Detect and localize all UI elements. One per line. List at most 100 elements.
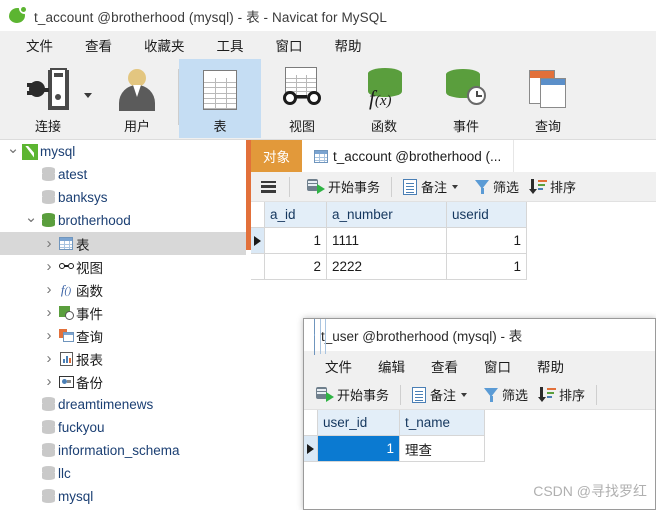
cell-a_number[interactable]: 2222 bbox=[327, 254, 447, 280]
tree-item-label: mysql bbox=[58, 489, 94, 504]
chevron-right-icon[interactable] bbox=[42, 373, 56, 390]
tree-item-mysql[interactable]: mysql bbox=[0, 140, 246, 163]
filter-icon bbox=[475, 179, 490, 194]
child-window-titlebar: t_user @brotherhood (mysql) - 表 bbox=[304, 319, 655, 355]
child-menu-item-help[interactable]: 帮助 bbox=[524, 354, 577, 378]
cell-user_id[interactable]: 1 bbox=[318, 436, 400, 462]
child-menu-item-window[interactable]: 窗口 bbox=[471, 354, 524, 378]
child-menu-item-file[interactable]: 文件 bbox=[312, 354, 365, 378]
table-icon bbox=[314, 149, 328, 163]
tree-item-information_schema[interactable]: information_schema bbox=[0, 439, 246, 462]
menu-item-help[interactable]: 帮助 bbox=[319, 33, 378, 57]
child-filter-button[interactable]: 筛选 bbox=[478, 382, 534, 408]
filter-button[interactable]: 筛选 bbox=[469, 174, 525, 200]
note-button[interactable]: 备注 bbox=[397, 174, 469, 200]
tree-item-函数[interactable]: f() 函数 bbox=[0, 278, 246, 301]
column-header-user_id[interactable]: user_id bbox=[318, 410, 400, 436]
toolbar-separator bbox=[289, 176, 290, 197]
menu-item-tools[interactable]: 工具 bbox=[201, 33, 260, 57]
tree-item-label: fuckyou bbox=[58, 420, 105, 435]
chevron-right-icon[interactable] bbox=[42, 350, 56, 367]
chevron-right-icon[interactable] bbox=[42, 235, 56, 252]
tree-item-fuckyou[interactable]: fuckyou bbox=[0, 416, 246, 439]
row-gutter[interactable] bbox=[251, 228, 265, 254]
row-gutter[interactable] bbox=[304, 436, 318, 462]
ribbon-button-function[interactable]: f(x) 函数 bbox=[343, 59, 425, 138]
column-header-userid[interactable]: userid bbox=[447, 202, 527, 228]
cell-a_id[interactable]: 1 bbox=[265, 228, 327, 254]
ribbon-button-table[interactable]: 表 bbox=[179, 59, 261, 138]
cell-t_name[interactable]: 理查 bbox=[400, 436, 485, 462]
tree-item-label: mysql bbox=[40, 144, 76, 159]
child-note-button[interactable]: 备注 bbox=[406, 382, 478, 408]
user-icon bbox=[117, 65, 157, 115]
table-row[interactable]: 1 理查 bbox=[304, 436, 655, 462]
tab-objects[interactable]: 对象 bbox=[251, 140, 302, 172]
tree-item-label: 查询 bbox=[76, 329, 103, 345]
column-header-a_id[interactable]: a_id bbox=[265, 202, 327, 228]
object-tree-sidebar[interactable]: mysql atest banksys brotherhood 表视图 f() 函数事件查询… bbox=[0, 140, 246, 510]
row-gutter bbox=[251, 202, 265, 228]
ribbon-button-user[interactable]: 用户 bbox=[96, 59, 178, 138]
table-icon bbox=[203, 65, 237, 115]
tree-item-atest[interactable]: atest bbox=[0, 163, 246, 186]
chevron-right-icon[interactable] bbox=[42, 304, 56, 321]
table-row[interactable]: 1 1111 1 bbox=[251, 228, 656, 254]
tree-item-备份[interactable]: 备份 bbox=[0, 370, 246, 393]
tree-item-视图[interactable]: 视图 bbox=[0, 255, 246, 278]
chevron-down-icon[interactable] bbox=[84, 93, 92, 98]
mysql-connection-icon bbox=[20, 143, 40, 160]
tree-item-查询[interactable]: 查询 bbox=[0, 324, 246, 347]
toolbar-separator bbox=[400, 384, 402, 405]
tree-item-label: brotherhood bbox=[58, 213, 131, 228]
sort-button[interactable]: 排序 bbox=[525, 174, 582, 200]
data-grid-t-account[interactable]: a_id a_number userid 1 1111 1 2 2222 1 bbox=[251, 202, 656, 280]
child-window-menubar: 文件 编辑 查看 窗口 帮助 bbox=[304, 351, 655, 380]
ribbon-button-view[interactable]: 视图 bbox=[261, 59, 343, 138]
child-menu-item-view[interactable]: 查看 bbox=[418, 354, 471, 378]
table-row[interactable]: 2 2222 1 bbox=[251, 254, 656, 280]
ribbon-button-query[interactable]: 查询 bbox=[507, 59, 589, 138]
chevron-down-icon[interactable] bbox=[6, 143, 20, 161]
child-window-t-user[interactable]: t_user @brotherhood (mysql) - 表 文件 编辑 查看… bbox=[303, 318, 656, 510]
tree-item-事件[interactable]: 事件 bbox=[0, 301, 246, 324]
tree-item-banksys[interactable]: banksys bbox=[0, 186, 246, 209]
child-sort-button[interactable]: 排序 bbox=[534, 382, 591, 408]
tree-item-mysql[interactable]: mysql bbox=[0, 485, 246, 508]
tree-item-dreamtimenews[interactable]: dreamtimenews bbox=[0, 393, 246, 416]
cell-userid[interactable]: 1 bbox=[447, 254, 527, 280]
column-header-t_name[interactable]: t_name bbox=[400, 410, 485, 436]
filter-label: 筛选 bbox=[493, 180, 520, 195]
child-begin-transaction-button[interactable]: 开始事务 bbox=[310, 382, 395, 408]
cell-a_id[interactable]: 2 bbox=[265, 254, 327, 280]
ribbon-button-event[interactable]: 事件 bbox=[425, 59, 507, 138]
tree-item-llc[interactable]: llc bbox=[0, 462, 246, 485]
tree-item-label: llc bbox=[58, 466, 71, 481]
chevron-down-icon[interactable] bbox=[452, 184, 459, 189]
data-grid-t-user[interactable]: user_id t_name 1 理查 bbox=[304, 410, 655, 462]
cell-a_number[interactable]: 1111 bbox=[327, 228, 447, 254]
chevron-down-icon[interactable] bbox=[461, 392, 468, 397]
chevron-right-icon[interactable] bbox=[42, 258, 56, 275]
chevron-right-icon[interactable] bbox=[42, 281, 56, 298]
tree-item-表[interactable]: 表 bbox=[0, 232, 246, 255]
tree-item-brotherhood[interactable]: brotherhood bbox=[0, 209, 246, 232]
query-icon bbox=[56, 329, 76, 342]
child-menu-item-edit[interactable]: 编辑 bbox=[365, 354, 418, 378]
menu-item-view[interactable]: 查看 bbox=[69, 33, 128, 57]
menu-item-window[interactable]: 窗口 bbox=[260, 33, 319, 57]
tab-strip: 对象 t_account @brotherhood (... bbox=[251, 140, 656, 172]
note-icon bbox=[403, 178, 418, 195]
tree-item-报表[interactable]: 报表 bbox=[0, 347, 246, 370]
grid-menu-button[interactable] bbox=[251, 174, 284, 200]
chevron-down-icon[interactable] bbox=[24, 212, 38, 230]
begin-transaction-button[interactable]: 开始事务 bbox=[301, 174, 386, 200]
column-header-a_number[interactable]: a_number bbox=[327, 202, 447, 228]
menu-item-file[interactable]: 文件 bbox=[10, 33, 69, 57]
row-gutter[interactable] bbox=[251, 254, 265, 280]
chevron-right-icon[interactable] bbox=[42, 327, 56, 344]
ribbon-button-connection[interactable]: 连接 bbox=[0, 59, 96, 138]
menu-item-favorites[interactable]: 收藏夹 bbox=[128, 33, 201, 57]
tab-t-account[interactable]: t_account @brotherhood (... bbox=[302, 140, 514, 172]
cell-userid[interactable]: 1 bbox=[447, 228, 527, 254]
